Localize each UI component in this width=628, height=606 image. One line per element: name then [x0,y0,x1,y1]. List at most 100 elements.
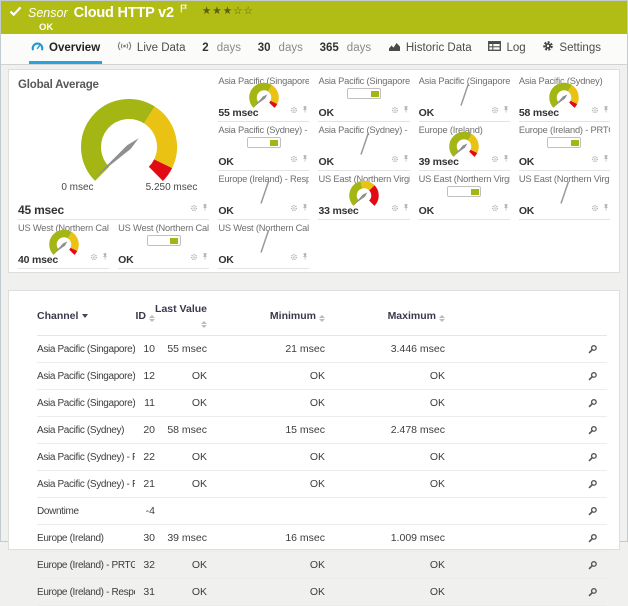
channel-gauge-value: 33 msec [318,205,358,217]
panel-gear-icon[interactable] [491,150,499,168]
panel-pin-icon[interactable] [301,248,309,266]
panel-pin-icon[interactable] [602,150,610,168]
panel-pin-icon[interactable] [602,101,610,119]
panel-pin-icon[interactable] [301,101,309,119]
panel-gear-icon[interactable] [190,199,198,217]
panel-pin-icon[interactable] [502,150,510,168]
channel-gauge-panel[interactable]: Europe (Ireland) - PRTG Cloud... OK [519,122,610,171]
panel-gear-icon[interactable] [491,101,499,119]
panel-action-icons [391,101,410,119]
channel-settings-wrench-icon[interactable] [577,344,607,355]
row-minimum: 21 msec [207,343,325,355]
gauge-scale-max: 5.250 msec [146,182,198,193]
row-maximum: OK [325,559,445,571]
panel-action-icons [591,150,610,168]
panel-gear-icon[interactable] [290,248,298,266]
channel-gauge-panel[interactable]: US East (Northern Virginia) 33 msec [318,171,409,220]
gauge-scale-min: 0 msec [61,182,93,193]
channel-gauge-panel[interactable]: Europe (Ireland) 39 msec [419,122,510,171]
panel-action-icons [290,248,309,266]
panel-action-icons [190,199,209,217]
panel-pin-icon[interactable] [402,150,410,168]
tab-live-data[interactable]: Live Data [115,34,188,64]
table-row: Europe (Ireland) - PRTG Cl... 32 OK OK O… [37,552,607,579]
row-channel-name: Europe (Ireland) - PRTG Cl... [37,560,135,571]
channel-gauge-panel[interactable]: Asia Pacific (Singapore) - Res... OK [419,73,510,122]
channel-gauge-panel[interactable]: Asia Pacific (Sydney) - PRTG ... OK [218,122,309,171]
channel-gauge-panel[interactable]: Asia Pacific (Sydney) - Respo... OK [318,122,409,171]
panel-pin-icon[interactable] [402,199,410,217]
panel-gear-icon[interactable] [290,101,298,119]
tab-days[interactable]: 365days [318,34,373,64]
channel-lookup-viz [218,135,309,150]
panel-pin-icon[interactable] [301,199,309,217]
panel-gear-icon[interactable] [591,199,599,217]
panel-pin-icon[interactable] [502,199,510,217]
panel-gear-icon[interactable] [391,101,399,119]
lookup-status-indicator [447,186,481,197]
tab-historic-data[interactable]: Historic Data [386,34,474,64]
tab-log[interactable]: Log [486,34,527,64]
panel-pin-icon[interactable] [101,248,109,266]
column-header-id[interactable]: ID [135,310,155,323]
column-header-last-value[interactable]: Last Value [155,303,207,329]
table-row: Asia Pacific (Singapore) - ... 11 OK OK … [37,390,607,417]
priority-stars[interactable]: ★★★☆☆ [202,5,254,17]
panel-gear-icon[interactable] [391,150,399,168]
channel-gauge-value: OK [218,205,233,217]
panel-gear-icon[interactable] [391,199,399,217]
channel-settings-wrench-icon[interactable] [577,560,607,571]
channel-gauge-value: OK [519,205,534,217]
channel-gauge-panel[interactable]: US East (Northern Virginia) - ... OK [419,171,510,220]
global-average-panel[interactable]: Global Average 0 msec 5.250 msec 45 msec [18,73,209,220]
panel-gear-icon[interactable] [591,150,599,168]
channel-settings-wrench-icon[interactable] [577,398,607,409]
tab-settings[interactable]: Settings [540,34,603,64]
channel-gauge-panel[interactable]: Asia Pacific (Singapore) - PR... OK [318,73,409,122]
tab-days[interactable]: 30days [256,34,305,64]
channel-gauge-title: Europe (Ireland) - PRTG Cloud... [519,125,610,135]
channel-gauge-viz [318,184,409,199]
channel-needle-viz [218,233,309,248]
channel-gauge-panel[interactable]: US West (Northern California)... OK [118,220,209,269]
channel-settings-wrench-icon[interactable] [577,371,607,382]
sensor-name: Cloud HTTP v2 [74,5,174,21]
row-maximum: 2.478 msec [325,424,445,436]
channel-gauge-panel[interactable]: US West (Northern California) 40 msec [18,220,109,269]
tab-days[interactable]: 2days [200,34,243,64]
channel-settings-wrench-icon[interactable] [577,452,607,463]
channel-gauge-panel[interactable]: Europe (Ireland) - Response C... OK [218,171,309,220]
panel-gear-icon[interactable] [591,101,599,119]
panel-pin-icon[interactable] [201,248,209,266]
row-last-value: 55 msec [155,343,207,355]
channel-settings-wrench-icon[interactable] [577,587,607,598]
channel-gauge-panel[interactable]: US West (Northern California)... OK [218,220,309,269]
channel-needle-viz [218,184,309,199]
channel-gauge-panel[interactable]: Asia Pacific (Sydney) 58 msec [519,73,610,122]
table-row: Asia Pacific (Singapore) - ... 12 OK OK … [37,363,607,390]
panel-pin-icon[interactable] [502,101,510,119]
panel-gear-icon[interactable] [290,150,298,168]
channel-settings-wrench-icon[interactable] [577,533,607,544]
channel-gauge-panel[interactable]: US East (Northern Virginia) - ... OK [519,171,610,220]
column-header-channel[interactable]: Channel [37,310,135,323]
panel-gear-icon[interactable] [190,248,198,266]
row-maximum: OK [325,451,445,463]
channel-settings-wrench-icon[interactable] [577,506,607,517]
panel-pin-icon[interactable] [201,199,209,217]
panel-gear-icon[interactable] [90,248,98,266]
row-id: 32 [135,559,155,571]
tab-overview[interactable]: Overview [29,34,102,64]
column-header-minimum[interactable]: Minimum [207,310,325,323]
channel-gauge-panel[interactable]: Asia Pacific (Singapore) 55 msec [218,73,309,122]
panel-pin-icon[interactable] [602,199,610,217]
panel-pin-icon[interactable] [402,101,410,119]
panel-gear-icon[interactable] [491,199,499,217]
panel-gear-icon[interactable] [290,199,298,217]
column-header-maximum[interactable]: Maximum [325,310,445,323]
flag-icon[interactable] [180,0,188,18]
channel-gauge-value: 58 msec [519,107,559,119]
channel-settings-wrench-icon[interactable] [577,425,607,436]
panel-pin-icon[interactable] [301,150,309,168]
channel-settings-wrench-icon[interactable] [577,479,607,490]
